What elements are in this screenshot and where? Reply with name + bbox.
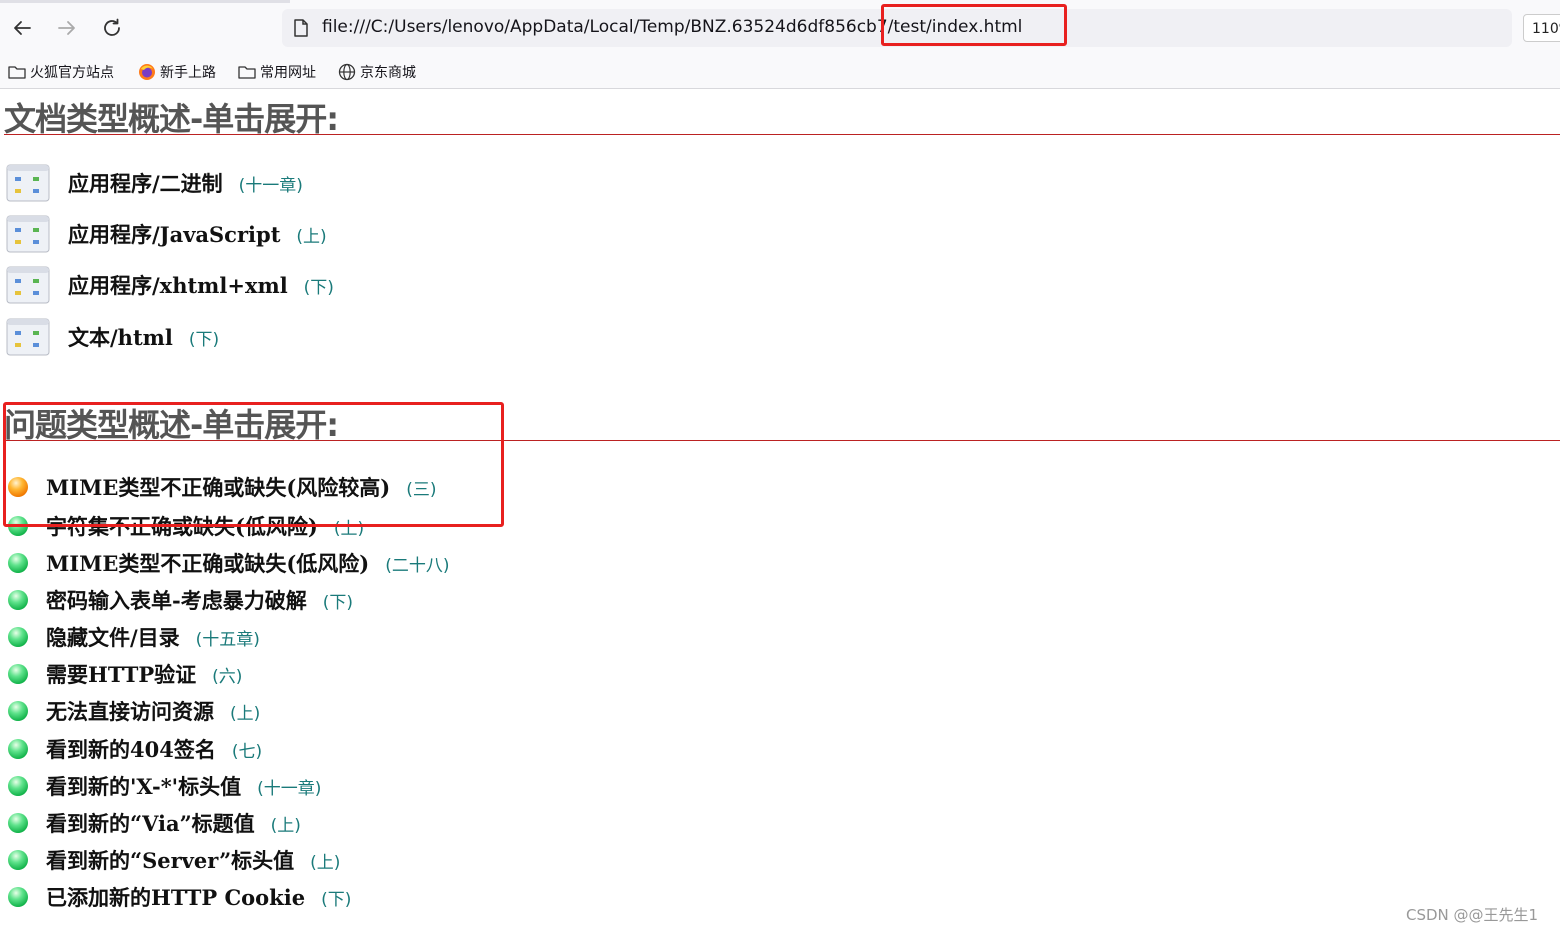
issue-type-name[interactable]: 隐藏文件/目录	[46, 622, 180, 652]
bookmark-item[interactable]: 新手上路	[138, 62, 216, 82]
page-icon	[294, 19, 308, 37]
issue-type-count: (七)	[231, 741, 263, 762]
issue-type-name[interactable]: 需要HTTP验证	[46, 659, 196, 689]
doc-type-item[interactable]: 应用程序/二进制 (十一章)	[6, 163, 303, 203]
doc-type-count: (十一章)	[238, 175, 303, 196]
bookmark-label: 常用网址	[260, 65, 316, 81]
globe-icon	[338, 63, 356, 81]
tab-strip-edge	[0, 0, 290, 3]
issue-type-name[interactable]: 看到新的'X-*'标头值	[46, 771, 241, 801]
green-status-icon	[8, 887, 28, 907]
bookmark-label: 新手上路	[160, 65, 216, 81]
firefox-icon	[139, 64, 155, 80]
forward-button[interactable]	[53, 14, 81, 42]
issue-type-item[interactable]: 密码输入表单-考虑暴力破解 (下)	[8, 586, 353, 614]
issue-type-item[interactable]: 需要HTTP验证 (六)	[8, 660, 242, 688]
green-status-icon	[8, 739, 28, 759]
folder-icon	[238, 66, 256, 79]
issue-type-item[interactable]: 看到新的404签名 (七)	[8, 735, 262, 763]
folder-icon	[8, 66, 26, 79]
green-status-icon	[8, 701, 28, 721]
bookmark-label: 火狐官方站点	[30, 65, 114, 81]
bookmark-label: 京东商城	[360, 65, 416, 81]
url-highlight-annotation	[881, 4, 1067, 46]
zoom-level-button[interactable]: 110%	[1523, 14, 1560, 42]
issue-type-count: (下)	[322, 592, 353, 613]
bookmarks-toolbar: 火狐官方站点 新手上路 常用网址 京东商城	[0, 54, 1560, 89]
doc-type-count: (下)	[303, 277, 334, 298]
green-status-icon	[8, 664, 28, 684]
green-status-icon	[8, 813, 28, 833]
green-status-icon	[8, 776, 28, 796]
issue-type-name[interactable]: MIME类型不正确或缺失(低风险)	[46, 548, 369, 578]
forward-arrow-icon	[58, 21, 75, 35]
issue-type-item[interactable]: 看到新的“Server”标头值 (上)	[8, 846, 340, 874]
issue-type-name[interactable]: 无法直接访问资源	[46, 696, 214, 726]
issue-type-count: (上)	[230, 703, 261, 724]
issue-type-count: (六)	[212, 666, 243, 687]
doc-type-name[interactable]: 应用程序/二进制	[68, 168, 223, 198]
issue-type-item[interactable]: MIME类型不正确或缺失(低风险) (二十八)	[8, 549, 449, 577]
issue-type-name[interactable]: 看到新的“Via”标题值	[46, 808, 255, 838]
application-window-icon	[6, 215, 50, 253]
doc-type-name[interactable]: 应用程序/xhtml+xml	[68, 270, 288, 300]
back-arrow-icon	[14, 21, 31, 35]
doc-type-count: (下)	[188, 329, 220, 350]
reload-button[interactable]	[98, 14, 126, 42]
doc-type-item[interactable]: 应用程序/xhtml+xml (下)	[6, 265, 334, 305]
reload-icon	[104, 18, 120, 36]
issue-type-name[interactable]: 已添加新的HTTP Cookie	[46, 882, 305, 912]
issue-type-count: (十五章)	[195, 629, 260, 650]
doc-type-count: (上)	[296, 226, 327, 247]
browser-toolbar: file:///C:/Users/lenovo/AppData/Local/Te…	[0, 0, 1560, 54]
green-status-icon	[8, 850, 28, 870]
issue-type-count: (二十八)	[385, 555, 450, 576]
back-button[interactable]	[8, 14, 36, 42]
application-window-icon	[6, 318, 50, 356]
doc-type-name[interactable]: 应用程序/JavaScript	[68, 219, 280, 249]
issue-type-item[interactable]: 看到新的'X-*'标头值 (十一章)	[8, 772, 321, 800]
issue-type-count: (上)	[310, 852, 341, 873]
issue-highlight-annotation	[3, 402, 504, 527]
issue-type-name[interactable]: 密码输入表单-考虑暴力破解	[46, 585, 307, 615]
issue-type-item[interactable]: 无法直接访问资源 (上)	[8, 697, 260, 725]
issue-type-count: (下)	[321, 889, 352, 910]
bookmark-item[interactable]: 京东商城	[338, 62, 416, 82]
issue-type-item[interactable]: 隐藏文件/目录 (十五章)	[8, 623, 260, 651]
application-window-icon	[6, 266, 50, 304]
issue-type-count: (十一章)	[257, 778, 322, 799]
green-status-icon	[8, 590, 28, 610]
issue-type-count: (上)	[270, 815, 301, 836]
section-divider	[4, 134, 1560, 135]
bookmark-item[interactable]: 常用网址	[238, 62, 316, 82]
application-window-icon	[6, 164, 50, 202]
bookmark-item[interactable]: 火狐官方站点	[8, 62, 114, 82]
doc-type-name[interactable]: 文本/html	[68, 322, 173, 352]
watermark: CSDN @@王先生1	[1406, 906, 1539, 924]
issue-type-item[interactable]: 已添加新的HTTP Cookie (下)	[8, 883, 351, 911]
green-status-icon	[8, 627, 28, 647]
doc-type-item[interactable]: 应用程序/JavaScript (上)	[6, 214, 327, 254]
issue-type-name[interactable]: 看到新的“Server”标头值	[46, 845, 294, 875]
issue-type-name[interactable]: 看到新的404签名	[46, 734, 216, 764]
doc-type-item[interactable]: 文本/html (下)	[6, 317, 219, 357]
issue-type-item[interactable]: 看到新的“Via”标题值 (上)	[8, 809, 301, 837]
green-status-icon	[8, 553, 28, 573]
